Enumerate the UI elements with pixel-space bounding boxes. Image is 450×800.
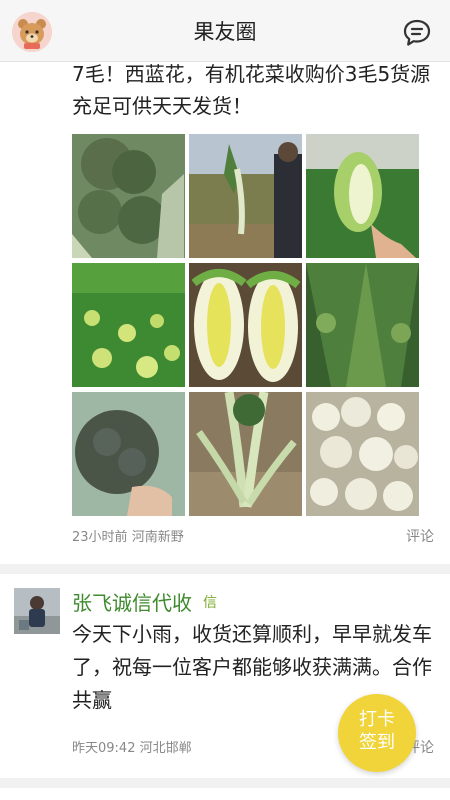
post-divider xyxy=(0,564,450,574)
post-time: 23小时前 xyxy=(72,530,128,545)
kohlrabi-stalks-photo[interactable] xyxy=(189,392,302,516)
post-meta: 23小时前 河南新野 xyxy=(72,526,184,545)
post-text: 7毛！西蓝花，有机花菜收购价3毛5货源充足可供天天发货！ xyxy=(72,62,431,118)
person-holding-kohlrabi-photo[interactable] xyxy=(189,134,302,258)
page-title: 果友圈 xyxy=(193,20,257,44)
cabbage-field-photo[interactable] xyxy=(72,263,185,387)
comment-button[interactable]: 评论 xyxy=(406,526,434,546)
post-meta: 昨天09:42 河北邯郸 xyxy=(72,737,192,756)
post-location: 河南新野 xyxy=(131,530,184,545)
verified-badge: 信 xyxy=(203,595,217,611)
cabbage-rows-photo[interactable] xyxy=(306,263,419,387)
chat-bubble-icon[interactable] xyxy=(402,18,432,48)
check-in-button[interactable]: 打卡 签到 xyxy=(338,694,416,772)
check-in-label-line2: 签到 xyxy=(359,732,395,753)
hand-holding-cabbage-photo[interactable] xyxy=(306,134,419,258)
author-name[interactable]: 张飞诚信代收 xyxy=(72,587,192,616)
broccoli-heads-photo[interactable] xyxy=(72,134,185,258)
photo-grid xyxy=(72,134,420,516)
next-post-peek xyxy=(0,788,450,800)
top-bar: 果友圈 xyxy=(0,0,450,62)
broccoli-held-photo[interactable] xyxy=(72,392,185,516)
check-in-label-line1: 打卡 xyxy=(359,709,395,730)
post-time: 昨天09:42 xyxy=(72,741,136,756)
cauliflower-pile-photo[interactable] xyxy=(306,392,419,516)
halved-cabbage-photo[interactable] xyxy=(189,263,302,387)
post-location: 河北邯郸 xyxy=(139,741,192,756)
post-divider xyxy=(0,778,450,788)
avatar[interactable] xyxy=(14,588,60,634)
